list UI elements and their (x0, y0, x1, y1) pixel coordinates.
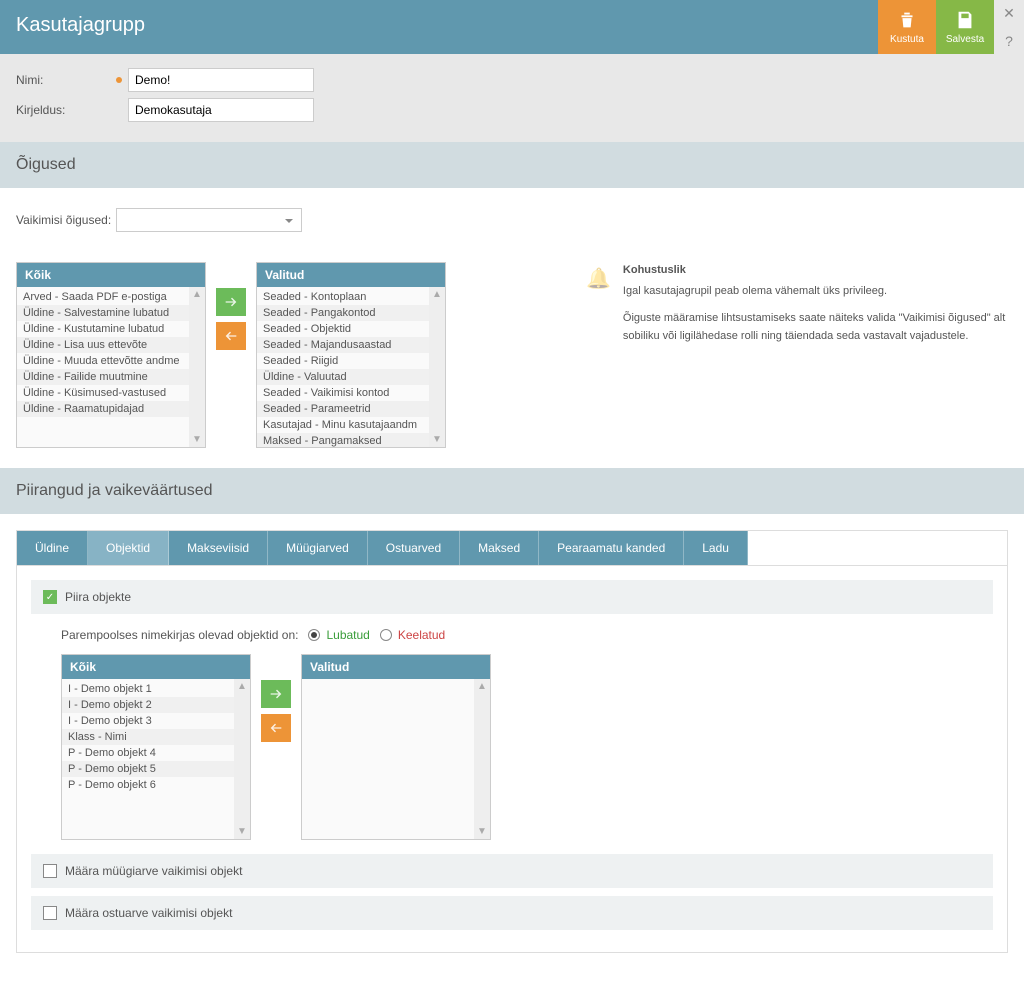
tab-objektid[interactable]: Objektid (88, 531, 169, 565)
desc-input[interactable] (128, 98, 314, 122)
list-item[interactable]: Maksed - Pangamaksed (257, 433, 429, 447)
desc-label: Kirjeldus: (16, 103, 116, 117)
set-sales-default-checkbox[interactable] (43, 864, 57, 878)
help-button[interactable]: ? (994, 27, 1024, 54)
required-indicator (116, 77, 122, 83)
list-item[interactable]: Üldine - Küsimused-vastused (17, 385, 189, 401)
tab-pearaamatu kanded[interactable]: Pearaamatu kanded (539, 531, 684, 565)
rights-section-header: Õigused (0, 142, 1024, 188)
radio-allowed[interactable] (308, 629, 320, 641)
arrow-left-icon (268, 720, 284, 736)
default-rights-dropdown[interactable] (116, 208, 302, 232)
arrow-left-icon (223, 328, 239, 344)
tabs: ÜldineObjektidMakseviisidMüügiarvedOstua… (16, 530, 1008, 565)
tab-ladu[interactable]: Ladu (684, 531, 748, 565)
move-right-button[interactable] (216, 288, 246, 316)
move-left-button[interactable] (216, 322, 246, 350)
list-item[interactable]: Üldine - Failide muutmine (17, 369, 189, 385)
save-icon (954, 9, 976, 31)
objects-selected-listbox: Valitud ▲▼ (301, 654, 491, 840)
list-item[interactable]: Üldine - Muuda ettevõtte andme (17, 353, 189, 369)
rights-all-listbox: Kõik Arved - Saada PDF e-postigaÜldine -… (16, 262, 206, 448)
list-item[interactable]: Üldine - Kustutamine lubatud (17, 321, 189, 337)
list-item[interactable]: Seaded - Kontoplaan (257, 289, 429, 305)
arrow-right-icon (223, 294, 239, 310)
scrollbar[interactable]: ▲▼ (189, 287, 205, 447)
close-button[interactable]: ✕ (994, 0, 1024, 27)
list-item[interactable]: P - Demo objekt 4 (62, 745, 234, 761)
delete-button[interactable]: Kustuta (878, 0, 936, 54)
limit-objects-checkbox[interactable]: ✓ (43, 590, 57, 604)
list-item[interactable]: Seaded - Riigid (257, 353, 429, 369)
scrollbar[interactable]: ▲▼ (234, 679, 250, 839)
name-label: Nimi: (16, 73, 116, 87)
list-item[interactable]: Arved - Saada PDF e-postiga (17, 289, 189, 305)
page-title: Kasutajagrupp (0, 0, 878, 54)
list-item[interactable]: P - Demo objekt 6 (62, 777, 234, 793)
list-item[interactable]: I - Demo objekt 3 (62, 713, 234, 729)
name-input[interactable] (128, 68, 314, 92)
header-side: ✕ ? (994, 0, 1024, 54)
info-box: 🔔 Kohustuslik Igal kasutajagrupil peab o… (456, 262, 1008, 345)
rights-selected-listbox: Valitud Seaded - KontoplaanSeaded - Pang… (256, 262, 446, 448)
tab-maksed[interactable]: Maksed (460, 531, 539, 565)
list-item[interactable]: Üldine - Raamatupidajad (17, 401, 189, 417)
arrow-right-icon (268, 686, 284, 702)
trash-icon (896, 9, 918, 31)
tab-üldine[interactable]: Üldine (17, 531, 88, 565)
bell-icon: 🔔 (586, 266, 611, 345)
radio-denied[interactable] (380, 629, 392, 641)
list-item[interactable]: Seaded - Majandusaastad (257, 337, 429, 353)
restrictions-section-header: Piirangud ja vaikeväärtused (0, 468, 1024, 514)
set-purchase-default-checkbox[interactable] (43, 906, 57, 920)
list-item[interactable]: P - Demo objekt 5 (62, 761, 234, 777)
obj-move-left-button[interactable] (261, 714, 291, 742)
tab-makseviisid[interactable]: Makseviisid (169, 531, 268, 565)
list-item[interactable]: Seaded - Objektid (257, 321, 429, 337)
list-item[interactable]: Seaded - Vaikimisi kontod (257, 385, 429, 401)
list-item[interactable]: I - Demo objekt 2 (62, 697, 234, 713)
scrollbar[interactable]: ▲▼ (474, 679, 490, 839)
list-item[interactable]: Üldine - Salvestamine lubatud (17, 305, 189, 321)
list-item[interactable]: Kasutajad - Minu kasutajaandm (257, 417, 429, 433)
list-item[interactable]: Seaded - Parameetrid (257, 401, 429, 417)
default-rights-label: Vaikimisi õigused: (16, 213, 116, 227)
tab-ostuarved[interactable]: Ostuarved (368, 531, 460, 565)
tab-content: ✓ Piira objekte Parempoolses nimekirjas … (16, 565, 1008, 953)
tab-müügiarved[interactable]: Müügiarved (268, 531, 368, 565)
rights-section-body: Vaikimisi õigused: Kõik Arved - Saada PD… (0, 188, 1024, 468)
list-item[interactable]: Üldine - Lisa uus ettevõte (17, 337, 189, 353)
objects-all-listbox: Kõik I - Demo objekt 1I - Demo objekt 2I… (61, 654, 251, 840)
header: Kasutajagrupp Kustuta Salvesta ✕ ? (0, 0, 1024, 54)
scrollbar[interactable]: ▲▼ (429, 287, 445, 447)
list-item[interactable]: I - Demo objekt 1 (62, 681, 234, 697)
list-item[interactable]: Üldine - Valuutad (257, 369, 429, 385)
obj-move-right-button[interactable] (261, 680, 291, 708)
save-button[interactable]: Salvesta (936, 0, 994, 54)
form-area: Nimi: Kirjeldus: (0, 54, 1024, 142)
list-item[interactable]: Klass - Nimi (62, 729, 234, 745)
list-item[interactable]: Seaded - Pangakontod (257, 305, 429, 321)
